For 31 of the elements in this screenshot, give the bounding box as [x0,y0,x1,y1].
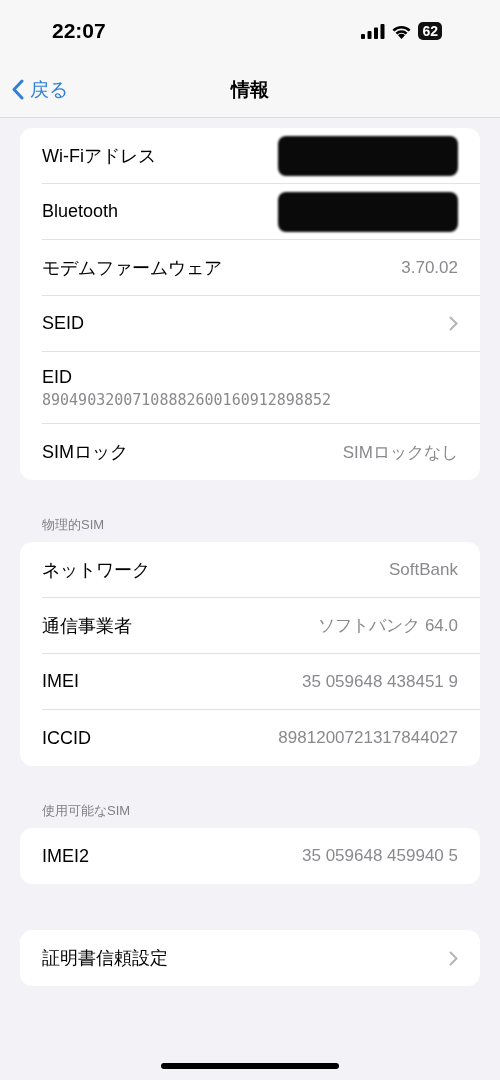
chevron-icon [449,950,458,966]
chevron-icon [449,316,458,331]
back-button[interactable]: 戻る [12,76,68,103]
status-time: 22:07 [52,19,106,43]
row-label: EID [42,366,72,388]
row-label: ネットワーク [42,558,150,582]
row-label: 通信事業者 [42,614,132,638]
signal-icon [361,23,386,39]
row-label: IMEI [42,671,79,692]
row-value: 35 059648 438451 9 [302,671,458,692]
section-header: 物理的SIM [41,516,106,534]
row-value: ソフトバンク 64.0 [318,615,458,637]
row-label: ICCID [42,727,91,749]
row-value: 3.70.02 [401,257,458,278]
row-value: SoftBank [389,559,458,580]
row-value: 89049032007108882600160912898852 [42,390,331,409]
page-title: 情報 [231,77,269,102]
battery-indicator: 62 [418,22,442,40]
row-label: SEID [42,313,84,334]
row-label: 証明書信頼設定 [42,947,168,970]
row-label: Bluetooth [42,201,119,222]
row-label: SIMロック [42,441,128,464]
row-value: 8981200721317844027 [278,728,458,748]
row-label: IMEI2 [42,845,89,867]
wifi-icon [391,23,413,39]
row-value: SIMロックなし [342,441,458,464]
section-header: 使用可能なSIM [41,802,132,820]
row-label: Wi-Fiアドレス [42,144,156,168]
row-label: モデムファームウェア [42,256,222,280]
row-value: 35 059648 459940 5 [302,846,458,866]
back-chevron-icon [12,79,24,100]
